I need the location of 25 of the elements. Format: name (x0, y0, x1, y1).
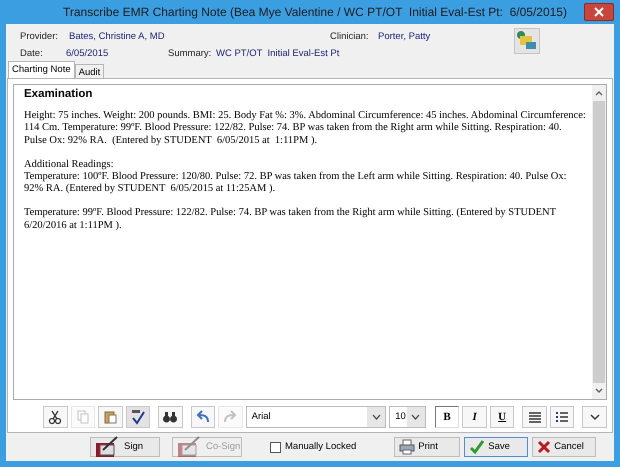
bold-button[interactable]: B (434, 406, 460, 428)
window-title: Transcribe EMR Charting Note (Bea Mye Valentine / WC PT/OT Initial Eval-Est Pt: 6/05/2015) (62, 4, 567, 21)
field-label: Clinician: (330, 30, 369, 44)
underline-button[interactable]: U (490, 406, 514, 428)
font-dropdown[interactable]: Arial (246, 406, 386, 428)
tab[interactable]: Charting Note (8, 61, 75, 78)
field-label: Provider: (20, 30, 58, 44)
field-value: WC PT/OT Initial Eval-Est Pt (216, 47, 340, 61)
tab[interactable]: Audit (74, 64, 104, 78)
italic-button[interactable]: I (462, 406, 487, 428)
print-button[interactable]: Print (394, 437, 460, 457)
field-value: 6/05/2015 (66, 47, 108, 61)
note-paragraph: Additional Readings: Temperature: 100ºF. Blood Pressure: 120/80. Pulse: 72. BP was taken from the Left arm while Sitting. Respiration: 40. Pulse Ox: 92% RA. (Entered by STUDENT 6/05/2015 at 11:25AM ). (24, 158, 568, 196)
size-dropdown[interactable]: 10 (389, 406, 426, 428)
manually-locked-checkbox[interactable]: Manually Locked (270, 440, 356, 454)
note-heading: Examination (24, 88, 94, 100)
field-label: Summary: (168, 47, 212, 61)
cancel-button[interactable]: Cancel (532, 437, 596, 457)
field-value: Porter, Patty (378, 30, 430, 44)
note-paragraph: Temperature: 99ºF. Blood Pressure: 122/82. Pulse: 74. BP was taken from the Right arm while Sitting. (Entered by STUDENT 6/20/2016 at 1:11PM ). (24, 207, 557, 232)
field-value: Bates, Christine A, MD (69, 30, 165, 44)
note-paragraph: Height: 75 inches. Weight: 200 pounds. BMI: 25. Body Fat %: 3%. Abdominal Circumference: 45 inches. Abdominal Circumference: 114 Cm. Temperature: 99ºF. Blood Pressure: 122/82. Pulse: 74. BP was taken from the Right arm while Sitting. Respiration: 40. Pulse Ox: 92% RA. (Entered by STUDENT 6/05/2015 at 1:11PM ). (24, 110, 586, 147)
sign-button[interactable]: Sign (90, 437, 160, 457)
field-label: Date: (20, 47, 43, 61)
save-button[interactable]: Save (464, 437, 528, 457)
